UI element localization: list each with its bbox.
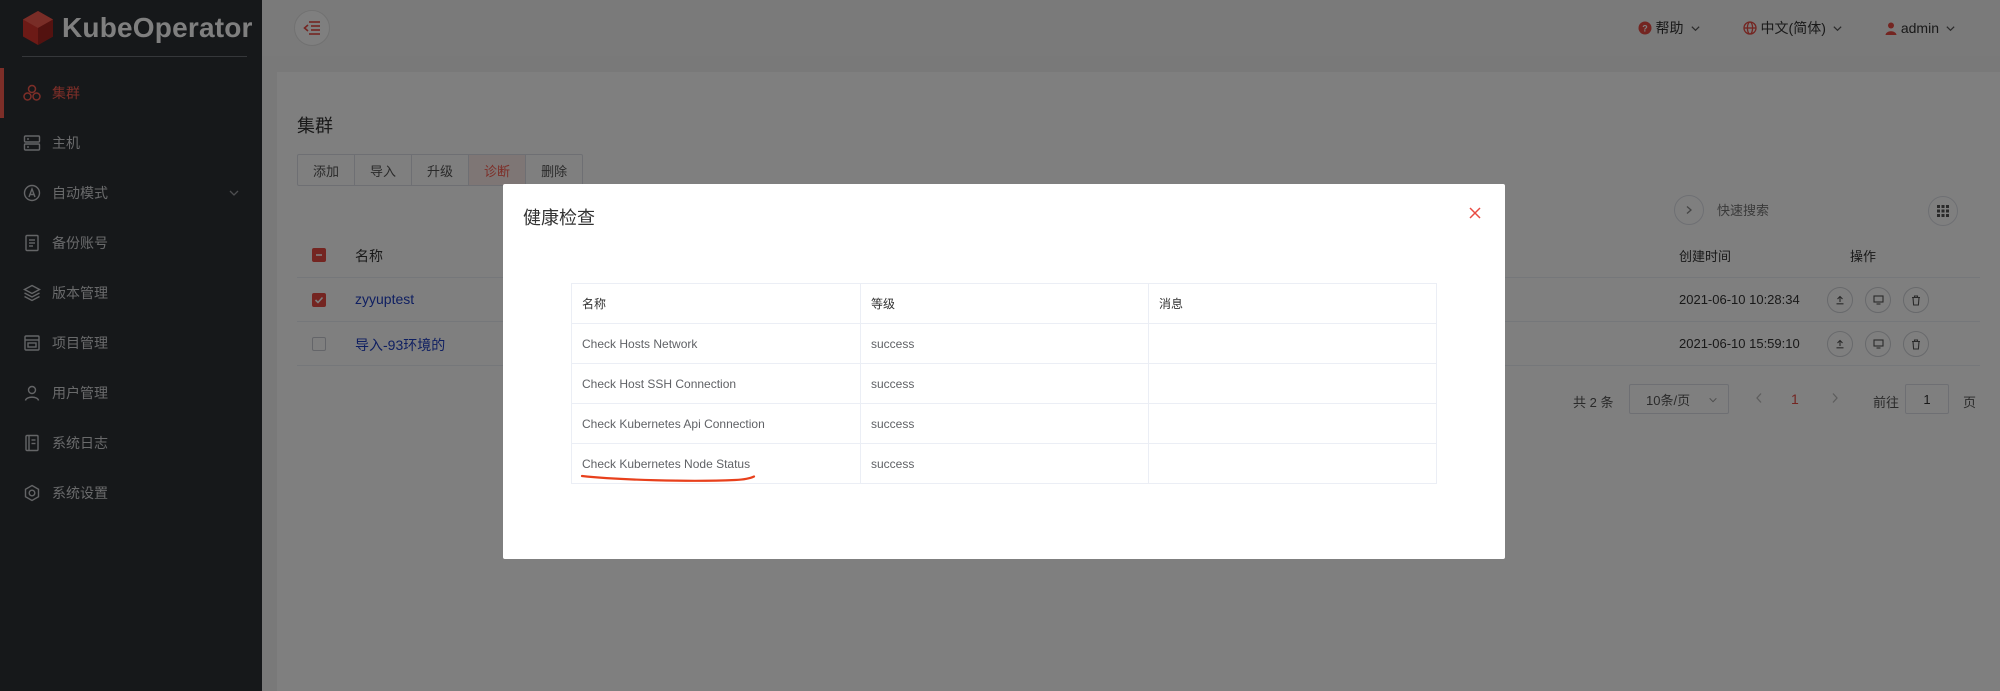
check-name: Check Hosts Network — [571, 323, 861, 364]
table-row: Check Kubernetes Api Connection success — [571, 403, 1437, 444]
check-message — [1148, 363, 1437, 404]
check-level: success — [860, 443, 1149, 484]
column-header-message: 消息 — [1148, 283, 1437, 324]
column-header-name: 名称 — [571, 283, 861, 324]
column-header-level: 等级 — [860, 283, 1149, 324]
table-row: Check Hosts Network success — [571, 323, 1437, 364]
annotation-underline — [580, 474, 756, 482]
check-message — [1148, 403, 1437, 444]
check-level: success — [860, 323, 1149, 364]
check-message — [1148, 443, 1437, 484]
close-icon — [1469, 207, 1481, 219]
check-level: success — [860, 403, 1149, 444]
health-check-table: 名称 等级 消息 Check Hosts Network success Che… — [571, 283, 1437, 484]
check-message — [1148, 323, 1437, 364]
health-check-dialog: 健康检查 名称 等级 消息 Check Hosts Network succes… — [503, 184, 1505, 559]
table-row: Check Host SSH Connection success — [571, 363, 1437, 404]
check-name: Check Host SSH Connection — [571, 363, 861, 404]
table-header-row: 名称 等级 消息 — [571, 283, 1437, 324]
check-level: success — [860, 363, 1149, 404]
check-name: Check Kubernetes Api Connection — [571, 403, 861, 444]
close-button[interactable] — [1468, 206, 1484, 222]
dialog-title: 健康检查 — [523, 208, 595, 228]
